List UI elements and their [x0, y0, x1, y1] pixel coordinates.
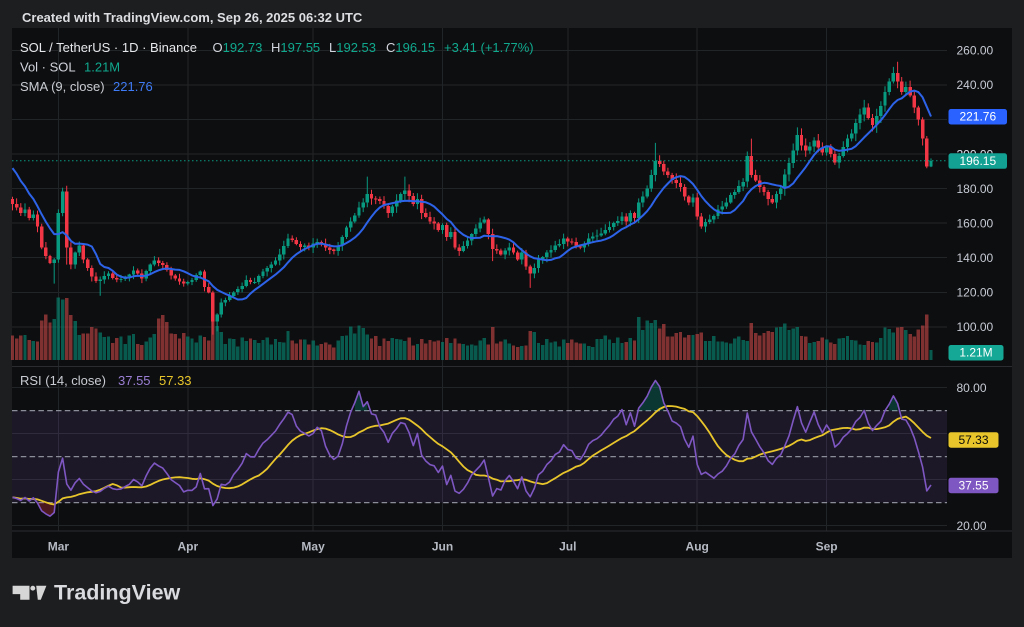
- svg-text:1.21M: 1.21M: [959, 346, 992, 360]
- svg-text:RSI (14, close): RSI (14, close): [20, 373, 106, 388]
- svg-text:20.00: 20.00: [957, 519, 987, 533]
- svg-text:SOL / TetherUS · 1D · Binance: SOL / TetherUS · 1D · Binance: [20, 40, 197, 55]
- svg-text:140.00: 140.00: [957, 251, 994, 265]
- svg-text:Aug: Aug: [686, 540, 709, 554]
- svg-text:Created with TradingView.com,: Created with TradingView.com, Sep 26, 20…: [22, 10, 363, 25]
- svg-text:221.76: 221.76: [113, 79, 153, 94]
- svg-text:C196.15: C196.15: [386, 40, 435, 55]
- svg-text:Vol · SOL: Vol · SOL: [20, 60, 76, 75]
- svg-text:1.21M: 1.21M: [84, 60, 120, 75]
- svg-text:Jul: Jul: [559, 540, 576, 554]
- svg-text:H197.55: H197.55: [271, 40, 320, 55]
- svg-text:57.33: 57.33: [159, 373, 192, 388]
- svg-text:57.33: 57.33: [958, 433, 988, 447]
- svg-text:Jun: Jun: [432, 540, 453, 554]
- svg-text:80.00: 80.00: [957, 381, 987, 395]
- svg-text:221.76: 221.76: [959, 110, 996, 124]
- svg-text:160.00: 160.00: [957, 216, 994, 230]
- svg-text:260.00: 260.00: [957, 44, 994, 58]
- svg-text:37.55: 37.55: [118, 373, 151, 388]
- svg-text:L192.53: L192.53: [329, 40, 376, 55]
- svg-text:+3.41 (+1.77%): +3.41 (+1.77%): [444, 40, 534, 55]
- svg-text:Apr: Apr: [177, 540, 198, 554]
- svg-text:196.15: 196.15: [959, 154, 996, 168]
- svg-text:120.00: 120.00: [957, 286, 994, 300]
- svg-text:240.00: 240.00: [957, 78, 994, 92]
- svg-text:180.00: 180.00: [957, 182, 994, 196]
- svg-text:Mar: Mar: [48, 540, 70, 554]
- svg-text:SMA (9, close): SMA (9, close): [20, 79, 105, 94]
- svg-text:O192.73: O192.73: [213, 40, 263, 55]
- svg-text:100.00: 100.00: [957, 320, 994, 334]
- svg-text:May: May: [301, 540, 325, 554]
- svg-text:TradingView: TradingView: [54, 581, 181, 605]
- svg-text:37.55: 37.55: [958, 478, 988, 492]
- svg-text:Sep: Sep: [816, 540, 838, 554]
